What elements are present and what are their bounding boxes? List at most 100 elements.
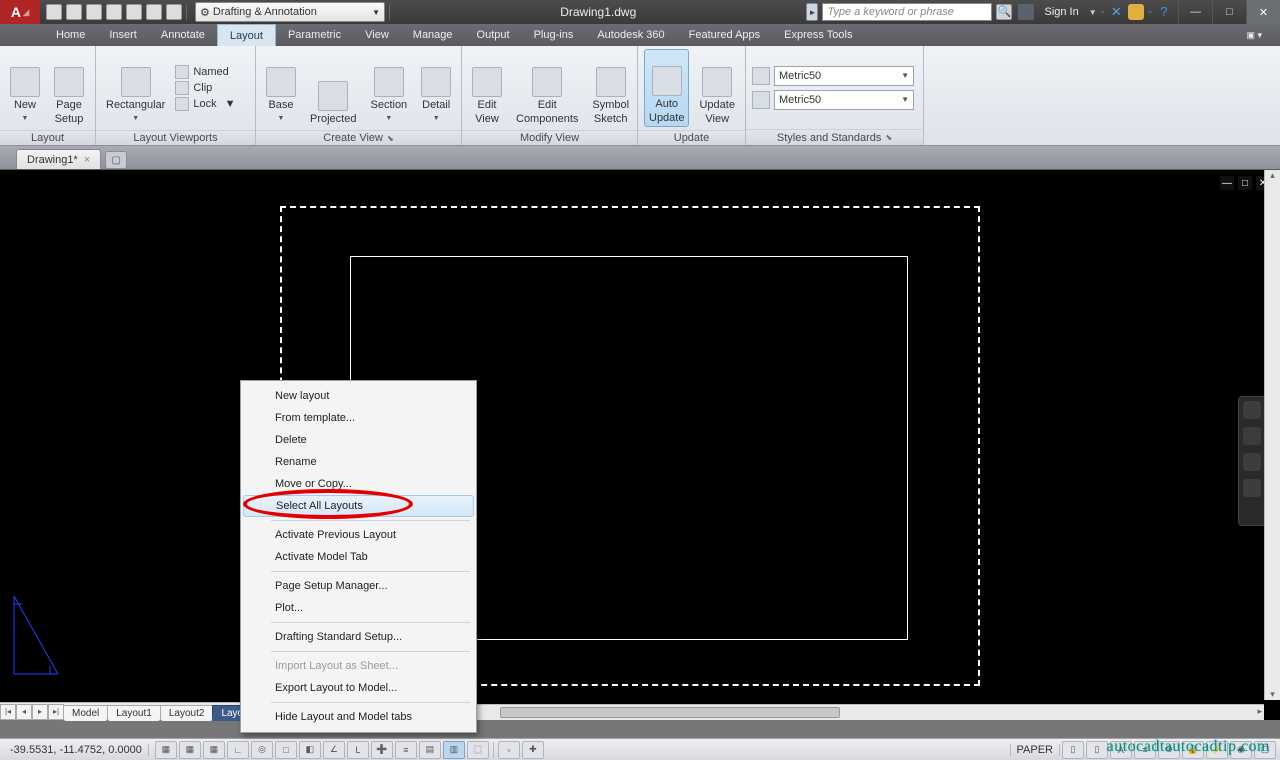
auto-update-button[interactable]: AutoUpdate [644, 49, 689, 127]
sb-lock-ui[interactable]: 🔒 [1182, 741, 1204, 759]
sb-qp[interactable]: ▥ [443, 741, 465, 759]
ctx-rename[interactable]: Rename [241, 451, 476, 473]
sb-tpy[interactable]: ▤ [419, 741, 441, 759]
sb-polar[interactable]: ◎ [251, 741, 273, 759]
doc-minimize-button[interactable]: — [1220, 176, 1234, 190]
tab-annotate[interactable]: Annotate [149, 24, 217, 46]
projected-button[interactable]: Projected [306, 49, 360, 127]
help-search-input[interactable]: Type a keyword or phrase [822, 3, 992, 21]
section-style-dropdown[interactable]: Metric50▼ [774, 66, 914, 86]
ctx-delete[interactable]: Delete [241, 429, 476, 451]
close-button[interactable]: ✕ [1246, 0, 1280, 24]
ctx-page-setup-mgr[interactable]: Page Setup Manager... [241, 575, 476, 597]
tab-insert[interactable]: Insert [97, 24, 149, 46]
minimize-button[interactable]: — [1178, 0, 1212, 24]
sb-anno-scale[interactable]: A [1110, 741, 1132, 759]
lock-viewport-button[interactable]: Lock▼ [175, 97, 235, 111]
tab-featured-apps[interactable]: Featured Apps [677, 24, 773, 46]
named-viewports-button[interactable]: Named [175, 65, 235, 79]
nav-wheel-icon[interactable] [1243, 401, 1261, 419]
tab-layout[interactable]: Layout [217, 24, 276, 46]
ctx-move-copy[interactable]: Move or Copy... [241, 473, 476, 495]
scroll-thumb[interactable] [500, 707, 840, 718]
tab-manage[interactable]: Manage [401, 24, 465, 46]
sb-quickview-layouts[interactable]: ▯ [1062, 741, 1084, 759]
qat-saveas-icon[interactable] [106, 4, 122, 20]
tab-autodesk360[interactable]: Autodesk 360 [585, 24, 676, 46]
qat-new-icon[interactable] [46, 4, 62, 20]
file-tab-drawing1[interactable]: Drawing1* × [16, 149, 101, 169]
help-icon[interactable]: ? [1156, 4, 1172, 20]
sb-anno-monitor[interactable]: ✚ [522, 741, 544, 759]
sb-otrack[interactable]: ∠ [323, 741, 345, 759]
exchange-apps-icon[interactable]: ✕ [1108, 4, 1124, 20]
tab-parametric[interactable]: Parametric [276, 24, 353, 46]
clip-viewport-button[interactable]: Clip [175, 81, 235, 95]
sb-osnap[interactable]: □ [275, 741, 297, 759]
sb-snap[interactable]: ▦ [179, 741, 201, 759]
search-icon[interactable]: 🔍 [996, 4, 1012, 20]
sb-lwt[interactable]: ≡ [395, 741, 417, 759]
sb-clean-screen[interactable]: ▢ [1254, 741, 1276, 759]
ctx-plot[interactable]: Plot... [241, 597, 476, 619]
sb-quickview-drawings[interactable]: ▯ [1086, 741, 1108, 759]
qat-open-icon[interactable] [66, 4, 82, 20]
title-nav-button[interactable]: ► [806, 3, 818, 21]
tab-express-tools[interactable]: Express Tools [772, 24, 864, 46]
detail-style-dropdown[interactable]: Metric50▼ [774, 90, 914, 110]
tab-nav-last[interactable]: ▸| [48, 704, 64, 720]
sb-3dosnap[interactable]: ◧ [299, 741, 321, 759]
model-paper-toggle[interactable]: PAPER [1010, 744, 1060, 756]
ctx-new-layout[interactable]: New layout [241, 385, 476, 407]
sb-grips[interactable]: ▫ [498, 741, 520, 759]
tab-nav-prev[interactable]: ◂ [16, 704, 32, 720]
sb-dyn[interactable]: ➕ [371, 741, 393, 759]
navigation-bar[interactable] [1238, 396, 1266, 526]
qat-plot-icon[interactable] [126, 4, 142, 20]
ctx-drafting-standard[interactable]: Drafting Standard Setup... [241, 626, 476, 648]
stay-connected-icon[interactable] [1128, 4, 1144, 20]
edit-components-button[interactable]: EditComponents [512, 49, 582, 127]
sb-workspace[interactable]: ⚙ [1158, 741, 1180, 759]
qat-save-icon[interactable] [86, 4, 102, 20]
tab-output[interactable]: Output [465, 24, 522, 46]
sb-isolate[interactable]: ◉ [1230, 741, 1252, 759]
tab-view[interactable]: View [353, 24, 401, 46]
detail-button[interactable]: Detail▼ [417, 49, 455, 127]
sb-anno-visibility[interactable]: ≡ [1134, 741, 1156, 759]
ctx-activate-prev[interactable]: Activate Previous Layout [241, 524, 476, 546]
tab-nav-next[interactable]: ▸ [32, 704, 48, 720]
coordinate-readout[interactable]: -39.5531, -11.4752, 0.0000 [4, 744, 149, 756]
sb-infer-constraints[interactable]: ▦ [155, 741, 177, 759]
pan-icon[interactable] [1243, 427, 1261, 445]
close-tab-icon[interactable]: × [84, 154, 90, 166]
rectangular-button[interactable]: Rectangular▼ [102, 49, 169, 127]
ctx-activate-model[interactable]: Activate Model Tab [241, 546, 476, 568]
new-file-tab-button[interactable]: ▢ [105, 151, 127, 169]
ctx-export-layout[interactable]: Export Layout to Model... [241, 677, 476, 699]
layout-tab-2[interactable]: Layout2 [160, 705, 214, 721]
sb-ortho[interactable]: ∟ [227, 741, 249, 759]
layout-tab-1[interactable]: Layout1 [107, 705, 161, 721]
ctx-select-all[interactable]: Select All Layouts [243, 495, 474, 517]
tab-nav-first[interactable]: |◂ [0, 704, 16, 720]
edit-view-button[interactable]: EditView [468, 49, 506, 127]
orbit-icon[interactable] [1243, 479, 1261, 497]
symbol-sketch-button[interactable]: SymbolSketch [588, 49, 633, 127]
layout-tab-model[interactable]: Model [63, 705, 108, 721]
vertical-scrollbar[interactable] [1264, 170, 1280, 700]
drawing-canvas[interactable]: — □ ✕ |◂ ◂ ▸ ▸| Model Layout1 Layout2 La… [0, 170, 1280, 720]
update-view-button[interactable]: UpdateView [695, 49, 738, 127]
base-button[interactable]: Base▼ [262, 49, 300, 127]
sb-grid[interactable]: ▦ [203, 741, 225, 759]
sb-sc[interactable]: ⿴ [467, 741, 489, 759]
section-button[interactable]: Section▼ [366, 49, 411, 127]
autodesk-account-icon[interactable] [1018, 4, 1034, 20]
sign-in-button[interactable]: Sign In [1038, 4, 1084, 20]
zoom-icon[interactable] [1243, 453, 1261, 471]
doc-maximize-button[interactable]: □ [1238, 176, 1252, 190]
workspace-dropdown[interactable]: ⚙ Drafting & Annotation ▼ [195, 2, 385, 22]
page-setup-button[interactable]: PageSetup [50, 49, 88, 127]
ribbon-minimize-button[interactable]: ▣ ▾ [1228, 24, 1280, 46]
ctx-hide-tabs[interactable]: Hide Layout and Model tabs [241, 706, 476, 728]
